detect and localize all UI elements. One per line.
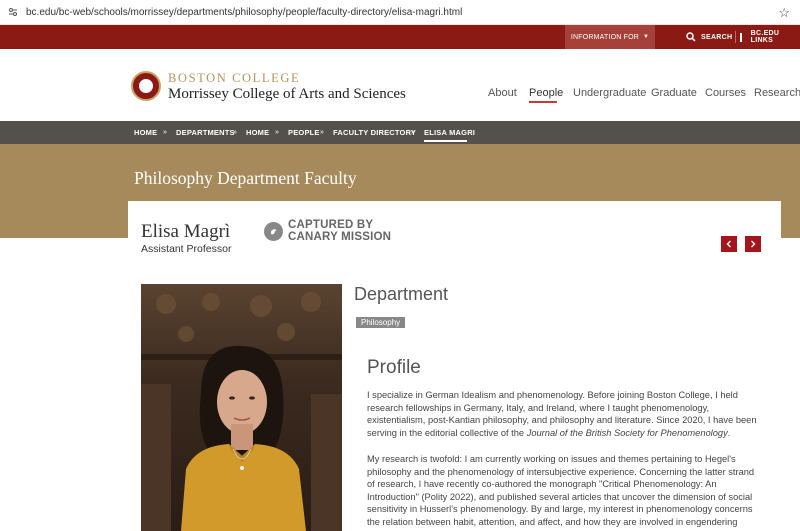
breadcrumb-separator-icon: »: [411, 129, 415, 136]
bc-links-button[interactable]: BC.EDU LINKS: [740, 25, 800, 49]
nav-courses[interactable]: Courses: [705, 87, 746, 99]
bookmark-star-icon[interactable]: ☆: [778, 5, 790, 21]
org-name[interactable]: BOSTON COLLEGE: [168, 71, 300, 86]
information-for-dropdown[interactable]: INFORMATION FOR ▼: [565, 25, 655, 49]
caret-down-icon: ▼: [643, 34, 650, 40]
department-badge[interactable]: Philosophy: [356, 317, 406, 328]
breadcrumb-separator-icon: »: [275, 129, 279, 136]
canary-mission-icon: [264, 222, 283, 241]
profile-paragraph-1: I specialize in German Idealism and phen…: [367, 389, 757, 439]
page-title: Philosophy Department Faculty: [134, 168, 357, 188]
breadcrumb-home[interactable]: HOME: [134, 121, 157, 144]
nav-about[interactable]: About: [488, 87, 517, 99]
site-info-icon[interactable]: [8, 7, 18, 17]
captured-line1: CAPTURED BY: [288, 219, 374, 231]
information-for-label: INFORMATION FOR: [570, 33, 640, 41]
site-header: BOSTON COLLEGE Morrissey College of Arts…: [0, 49, 800, 121]
breadcrumb: HOME » DEPARTMENTS » HOME » PEOPLE » FAC…: [0, 121, 800, 144]
nav-graduate[interactable]: Graduate: [651, 87, 697, 99]
journal-title: Journal of the British Society for Pheno…: [526, 427, 728, 438]
nav-people[interactable]: People: [529, 87, 563, 99]
search-label: SEARCH: [701, 33, 733, 41]
person-name: Elisa Magrì: [141, 221, 231, 242]
breadcrumb-separator-icon: »: [163, 129, 167, 136]
department-heading: Department: [354, 284, 449, 304]
nav-research[interactable]: Research: [754, 87, 800, 99]
chevron-right-icon: [751, 240, 756, 248]
breadcrumb-people[interactable]: PEOPLE: [288, 121, 320, 144]
person-title: Assistant Professor: [141, 243, 232, 255]
breadcrumb-faculty-directory[interactable]: FACULTY DIRECTORY: [333, 121, 416, 144]
search-button[interactable]: SEARCH: [686, 25, 732, 49]
utility-bar: INFORMATION FOR ▼ SEARCH BC.EDU LINKS: [0, 25, 800, 49]
profile-p1-end: .: [727, 427, 731, 438]
college-name[interactable]: Morrissey College of Arts and Sciences: [168, 86, 406, 103]
breadcrumb-separator-icon: »: [320, 129, 324, 136]
menu-bar-icon: [740, 32, 747, 42]
captured-badge: CAPTURED BY CANARY MISSION: [288, 219, 391, 243]
faculty-photo: [141, 284, 342, 531]
profile-paragraph-2: My research is twofold: I am currently w…: [367, 454, 755, 527]
breadcrumb-departments[interactable]: DEPARTMENTS: [176, 121, 235, 144]
boston-college-seal-logo[interactable]: [131, 71, 161, 101]
nav-undergraduate[interactable]: Undergraduate: [573, 87, 646, 99]
utility-divider: [735, 31, 736, 43]
search-icon: [686, 32, 696, 42]
seal-center: [138, 78, 154, 94]
nav-active-indicator: [529, 101, 557, 103]
breadcrumb-dept-home[interactable]: HOME: [246, 121, 269, 144]
next-button[interactable]: [745, 236, 761, 252]
chevron-left-icon: [726, 240, 731, 248]
profile-heading: Profile: [367, 357, 421, 378]
captured-line2: CANARY MISSION: [288, 231, 392, 243]
url-text[interactable]: bc.edu/bc-web/schools/morrissey/departme…: [26, 7, 462, 18]
breadcrumb-separator-icon: »: [233, 129, 237, 136]
bc-links-label: BC.EDU LINKS: [750, 30, 780, 44]
breadcrumb-current-indicator: [424, 140, 467, 142]
previous-button[interactable]: [721, 236, 737, 252]
browser-address-bar[interactable]: bc.edu/bc-web/schools/morrissey/departme…: [0, 0, 800, 25]
